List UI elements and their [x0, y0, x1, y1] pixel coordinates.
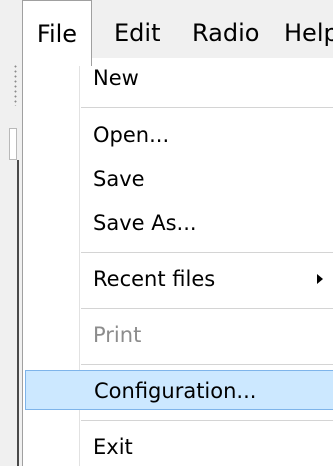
menu-radio[interactable]: Radio	[192, 0, 259, 66]
menu-item-exit[interactable]: Exit	[25, 427, 333, 466]
app-window: File Edit Radio Help New Open... Save Sa…	[0, 0, 333, 466]
menu-separator	[81, 252, 333, 253]
menu-item-label: Recent files	[93, 267, 216, 291]
menu-item-label: New	[93, 66, 139, 90]
menu-separator	[81, 107, 333, 108]
menubar: File Edit Radio Help	[22, 0, 333, 66]
menu-file[interactable]: File	[22, 0, 92, 66]
menu-item-print: Print	[25, 315, 333, 355]
menu-separator	[81, 364, 333, 365]
menu-item-label: Open...	[93, 123, 170, 147]
menu-item-recent-files[interactable]: Recent files	[25, 259, 333, 299]
submenu-arrow-icon	[317, 274, 323, 284]
menu-item-configuration[interactable]: Configuration...	[25, 370, 333, 410]
menu-separator	[81, 308, 333, 309]
menu-item-open[interactable]: Open...	[25, 115, 333, 155]
menu-item-save[interactable]: Save	[25, 159, 333, 199]
menu-edit[interactable]: Edit	[114, 0, 160, 66]
menu-item-save-as[interactable]: Save As...	[25, 203, 333, 243]
menu-item-label: Save As...	[93, 211, 197, 235]
left-window-frame	[0, 0, 22, 466]
menu-item-label: Configuration...	[94, 379, 257, 403]
file-menu-dropdown: New Open... Save Save As... Recent files…	[22, 58, 333, 466]
window-edge	[17, 160, 19, 466]
menu-separator	[81, 420, 333, 421]
scroll-slot[interactable]	[9, 128, 17, 160]
menu-item-label: Print	[93, 323, 142, 347]
menu-help[interactable]: Help	[284, 0, 333, 66]
menu-item-label: Exit	[93, 435, 133, 459]
menu-item-label: Save	[93, 167, 145, 191]
toolbar-grip-icon[interactable]	[14, 64, 17, 106]
